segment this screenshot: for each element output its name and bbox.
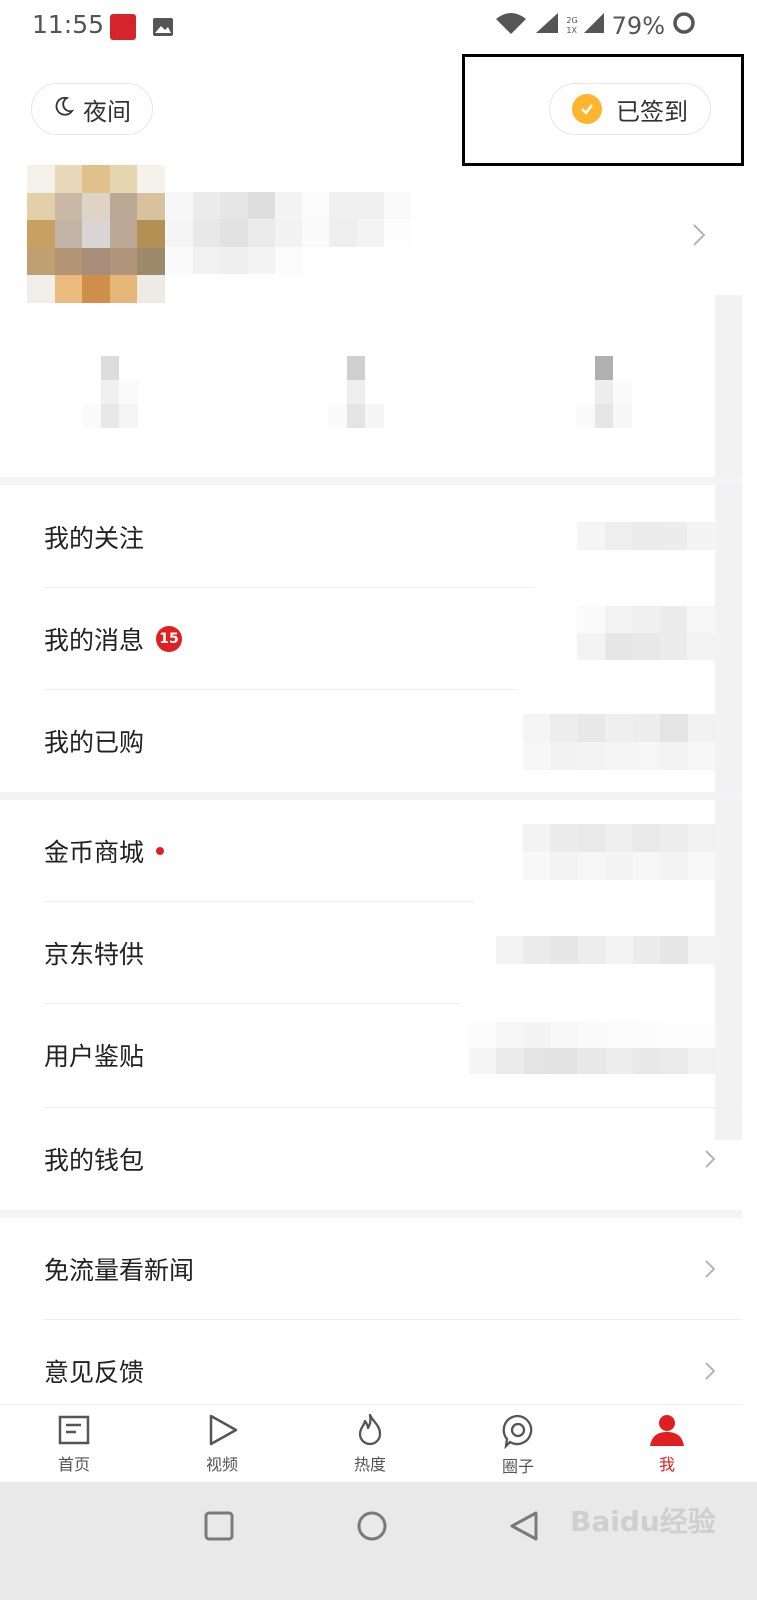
signal-2g-icon: 2G 1X <box>566 16 577 36</box>
blurred-value <box>496 936 715 964</box>
blurred-value <box>577 606 715 660</box>
menu-item-label: 我的关注 <box>44 524 145 553</box>
news-app-icon <box>110 14 136 40</box>
tab-home[interactable]: 首页 <box>34 1413 114 1475</box>
section-divider <box>0 1210 742 1218</box>
video-icon <box>205 1413 239 1451</box>
watermark: Baidu经验 <box>570 1505 716 1538</box>
username-blurred <box>166 192 411 274</box>
tab-label: 视频 <box>205 1455 238 1474</box>
blurred-value <box>523 824 715 880</box>
tab-label: 我 <box>658 1455 675 1474</box>
tab-circle[interactable]: 圈子 <box>478 1413 558 1477</box>
menu-item-label: 免流量看新闻 <box>44 1256 195 1285</box>
menu-item-label: 意见反馈 <box>44 1358 145 1387</box>
menu-item-my-purchases[interactable]: 我的已购 <box>0 690 742 792</box>
menu-item-label: 京东特供 <box>44 940 145 969</box>
menu-item-jd-special[interactable]: 京东特供 <box>0 902 742 1004</box>
avatar[interactable] <box>27 165 165 303</box>
tab-label: 热度 <box>353 1455 386 1474</box>
home-icon <box>57 1413 91 1451</box>
chevron-right-icon <box>704 1143 716 1176</box>
tab-video[interactable]: 视频 <box>182 1413 262 1475</box>
unread-badge: 15 <box>156 626 183 652</box>
back-button-icon[interactable] <box>508 1509 542 1547</box>
status-right: 2G 1X 79% <box>494 10 697 42</box>
battery-ring-icon <box>671 10 697 42</box>
network-2g-label: 2G <box>566 16 578 25</box>
network-1x-label: 1X <box>566 26 577 35</box>
battery-text: 79% <box>611 12 665 40</box>
signal-2-icon <box>583 11 606 41</box>
menu-item-user-appraisal[interactable]: 用户鉴贴 <box>0 1004 742 1106</box>
chevron-right-icon <box>704 1355 716 1388</box>
blurred-value <box>523 714 715 770</box>
stat-2-blurred[interactable] <box>328 356 384 428</box>
home-button-icon[interactable] <box>355 1509 389 1547</box>
profile-chevron-icon[interactable] <box>692 220 706 255</box>
tab-label: 圈子 <box>501 1457 534 1476</box>
system-nav-bar: Baidu经验 <box>0 1482 757 1600</box>
gallery-icon <box>152 16 174 42</box>
status-time: 11:55 <box>32 10 105 39</box>
chevron-right-icon <box>704 1253 716 1286</box>
signal-icon <box>534 11 560 41</box>
stat-3-blurred[interactable] <box>576 356 632 428</box>
stat-1-blurred[interactable] <box>82 356 138 428</box>
menu-item-label: 我的钱包 <box>44 1146 145 1175</box>
highlight-annotation <box>462 54 744 166</box>
section-divider <box>0 792 742 800</box>
user-icon <box>648 1413 686 1451</box>
blurred-value <box>469 1022 715 1074</box>
menu-item-free-data-news[interactable]: 免流量看新闻 <box>0 1218 742 1320</box>
menu-item-coin-mall[interactable]: 金币商城 <box>0 800 742 902</box>
moon-icon <box>53 95 75 123</box>
tab-me[interactable]: 我 <box>627 1413 707 1475</box>
menu-item-label: 我的消息 <box>44 626 145 655</box>
tab-label: 首页 <box>57 1455 90 1474</box>
tab-hot[interactable]: 热度 <box>330 1413 410 1475</box>
bottom-nav: 首页 视频 热度 圈子 我 <box>0 1404 742 1483</box>
menu-item-my-follows[interactable]: 我的关注 <box>0 486 742 588</box>
night-mode-button[interactable]: 夜间 <box>31 83 153 135</box>
menu-item-label: 我的已购 <box>44 728 145 757</box>
night-mode-label: 夜间 <box>83 97 131 126</box>
new-dot-indicator <box>156 847 165 855</box>
menu-item-my-wallet[interactable]: 我的钱包 <box>0 1108 742 1210</box>
menu-item-label: 用户鉴贴 <box>44 1042 145 1071</box>
recents-button-icon[interactable] <box>203 1510 235 1546</box>
menu-item-my-messages[interactable]: 我的消息 15 <box>0 588 742 690</box>
menu-item-label: 金币商城 <box>44 838 145 867</box>
blurred-value <box>577 522 715 550</box>
section-divider <box>0 477 742 485</box>
circle-icon <box>500 1413 536 1453</box>
flame-icon <box>353 1413 387 1451</box>
wifi-icon <box>494 11 528 41</box>
